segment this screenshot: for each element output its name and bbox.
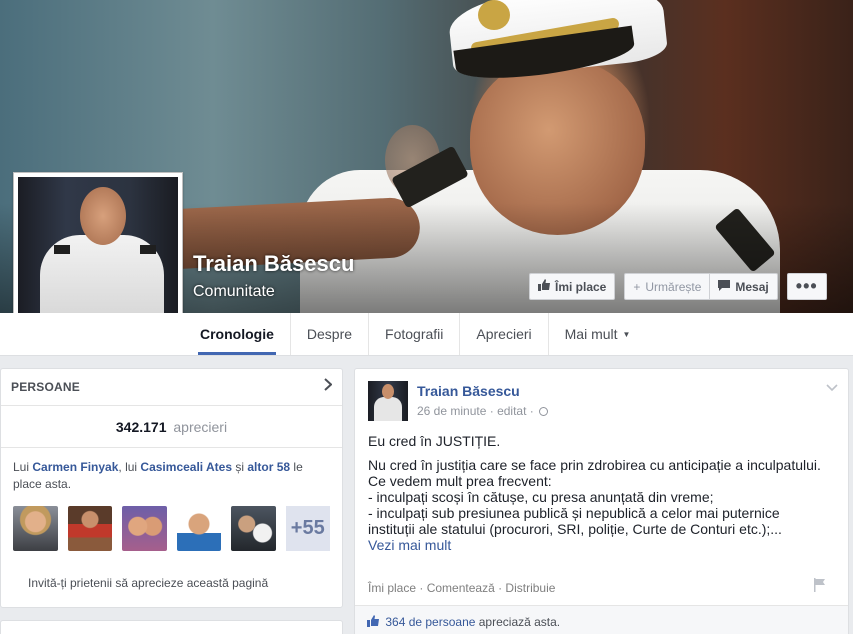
avatar-shirt bbox=[374, 397, 402, 421]
post-likes-bar: 364 de persoane apreciază asta. bbox=[355, 605, 848, 634]
friend-avatar[interactable] bbox=[122, 506, 167, 551]
friend-avatar[interactable] bbox=[176, 506, 221, 551]
post-line: - inculpați sub presiunea publică și nep… bbox=[368, 505, 780, 521]
follow-button[interactable]: + Urmărește bbox=[624, 273, 711, 300]
post-line: - inculpați scoși în cătușe, cu presa an… bbox=[368, 489, 714, 505]
profile-face bbox=[80, 187, 126, 245]
friend-link-2[interactable]: Casimceali Ates bbox=[140, 460, 232, 474]
tab-about-label: Despre bbox=[306, 326, 353, 342]
post-like-link[interactable]: Îmi place bbox=[368, 581, 416, 595]
profile-epaulette-left bbox=[54, 245, 70, 254]
tab-timeline-label: Cronologie bbox=[200, 326, 274, 342]
see-more-link[interactable]: Vezi mai mult bbox=[368, 537, 838, 553]
timeline-post: Traian Băsescu 26 de minute · editat · E… bbox=[354, 368, 849, 634]
thumbs-up-icon bbox=[538, 279, 550, 294]
friends-sep-2: și bbox=[232, 460, 248, 474]
post-meta: Traian Băsescu 26 de minute · editat · bbox=[417, 383, 549, 421]
page-tabs-bar: Cronologie Despre Fotografii Aprecieri M… bbox=[0, 313, 853, 356]
post-options-chevron-icon[interactable] bbox=[826, 381, 838, 395]
more-dots-icon: ••• bbox=[795, 276, 818, 296]
cover-cap-badge bbox=[478, 0, 510, 30]
globe-icon bbox=[539, 407, 549, 416]
post-comment-link[interactable]: Comentează bbox=[427, 581, 495, 595]
page-category[interactable]: Comunitate bbox=[193, 283, 354, 301]
post-body: Eu cred în JUSTIȚIE. Nu cred în justiția… bbox=[368, 433, 838, 553]
post-author-avatar[interactable] bbox=[368, 381, 408, 421]
post-likes-suffix: apreciază asta. bbox=[475, 615, 561, 629]
friend-avatar[interactable] bbox=[67, 506, 112, 551]
people-card: PERSOANE 342.171 aprecieri Lui Carmen Fi… bbox=[0, 368, 343, 608]
friend-avatar[interactable] bbox=[231, 506, 276, 551]
tab-more-label: Mai mult bbox=[564, 326, 618, 342]
likes-summary: 342.171 aprecieri bbox=[1, 406, 342, 448]
message-label: Mesaj bbox=[735, 279, 769, 294]
flag-icon[interactable] bbox=[814, 578, 826, 592]
post-edited-link[interactable]: editat bbox=[497, 404, 526, 418]
tab-likes-label: Aprecieri bbox=[476, 326, 532, 342]
friend-link-1[interactable]: Carmen Finyak bbox=[32, 460, 118, 474]
people-title: PERSOANE bbox=[11, 380, 80, 394]
tab-timeline[interactable]: Cronologie bbox=[184, 313, 291, 355]
caret-down-icon: ▼ bbox=[622, 329, 631, 339]
plus-icon: + bbox=[633, 279, 641, 294]
likes-count: 342.171 bbox=[115, 419, 167, 435]
tab-more[interactable]: Mai mult ▼ bbox=[549, 313, 647, 355]
more-options-button[interactable]: ••• bbox=[786, 273, 827, 300]
page-header: Traian Băsescu Comunitate bbox=[193, 251, 354, 301]
post-subline: 26 de minute · editat · bbox=[417, 404, 549, 418]
chevron-right-icon[interactable]: › bbox=[327, 629, 332, 634]
post-actions: Îmi place · Comentează · Distribuie bbox=[368, 581, 556, 595]
others-link[interactable]: altor 58 bbox=[247, 460, 290, 474]
friends-prefix: Lui bbox=[13, 460, 33, 474]
profile-epaulette-right bbox=[140, 245, 156, 254]
post-text: Nu cred în justiția care se face prin zd… bbox=[368, 457, 838, 553]
tab-photos-label: Fotografii bbox=[385, 326, 444, 342]
post-line: Ce vedem mult prea frecvent: bbox=[368, 473, 552, 489]
page-tabs: Cronologie Despre Fotografii Aprecieri M… bbox=[184, 313, 646, 355]
post-timestamp[interactable]: 26 de minute bbox=[417, 404, 486, 418]
post-line: Nu cred în justiția care se face prin zd… bbox=[368, 457, 821, 473]
post-line: instituții ale statului (procurori, SRI,… bbox=[368, 521, 782, 537]
post-header: Traian Băsescu 26 de minute · editat · bbox=[368, 381, 549, 421]
post-share-link[interactable]: Distribuie bbox=[505, 581, 555, 595]
post-headline: Eu cred în JUSTIȚIE. bbox=[368, 433, 501, 449]
friend-faces: +55 bbox=[1, 493, 342, 551]
post-likes-link[interactable]: 364 de persoane bbox=[385, 615, 475, 629]
message-icon bbox=[718, 279, 731, 294]
like-page-button[interactable]: Îmi place bbox=[529, 273, 616, 300]
message-button[interactable]: Mesaj bbox=[710, 273, 778, 300]
chevron-right-icon[interactable] bbox=[324, 378, 333, 396]
avatar-face bbox=[382, 384, 394, 399]
like-page-label: Îmi place bbox=[555, 279, 607, 294]
thumbs-up-icon bbox=[367, 615, 382, 629]
page-actions: Îmi place + Urmărește Mesaj ••• bbox=[529, 273, 827, 300]
more-friends-count[interactable]: +55 bbox=[285, 506, 330, 551]
follow-label: Urmărește bbox=[645, 279, 702, 294]
friends-sep-1: , lui bbox=[118, 460, 141, 474]
page-title[interactable]: Traian Băsescu bbox=[193, 251, 354, 277]
likes-word: aprecieri bbox=[173, 419, 228, 435]
post-author-name[interactable]: Traian Băsescu bbox=[417, 383, 548, 399]
tab-about[interactable]: Despre bbox=[291, 313, 370, 355]
invite-friends-link[interactable]: Invită-ți prietenii să aprecieze această… bbox=[1, 551, 342, 590]
people-header[interactable]: PERSOANE bbox=[1, 369, 342, 406]
tab-photos[interactable]: Fotografii bbox=[369, 313, 461, 355]
second-sidebar-card: › bbox=[0, 620, 343, 634]
follow-message-group: + Urmărește Mesaj bbox=[624, 273, 778, 300]
friends-like-text: Lui Carmen Finyak, lui Casimceali Ates ș… bbox=[1, 448, 342, 493]
tab-likes[interactable]: Aprecieri bbox=[460, 313, 549, 355]
friend-avatar[interactable] bbox=[13, 506, 58, 551]
